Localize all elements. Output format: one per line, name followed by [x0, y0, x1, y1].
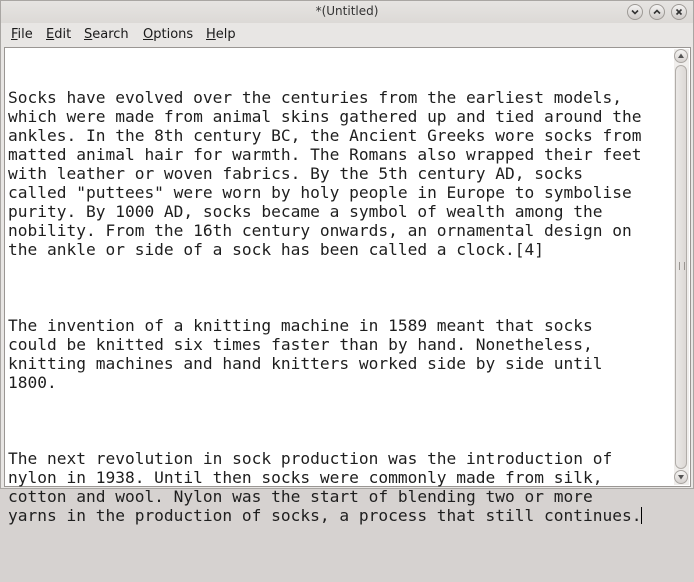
app-window: *(Untitled) File Edit Search Options Hel…: [0, 0, 694, 525]
menu-edit-accelerator: E: [46, 27, 55, 42]
menu-help-label: elp: [215, 27, 236, 42]
window-title: *(Untitled): [315, 4, 379, 18]
menu-options-label: ptions: [153, 27, 194, 42]
scroll-up-button[interactable]: [674, 49, 688, 63]
chevron-up-icon: [653, 9, 661, 15]
paragraph: Socks have evolved over the centuries fr…: [8, 88, 642, 259]
menu-help-accelerator: H: [206, 27, 216, 42]
paragraph-text: The next revolution in sock production w…: [8, 449, 642, 525]
menu-file-label: ile: [17, 27, 33, 42]
editor-text-area[interactable]: Socks have evolved over the centuries fr…: [8, 50, 672, 582]
maximize-button[interactable]: [649, 4, 665, 20]
arrow-down-icon: [678, 475, 684, 480]
chevron-down-icon: [631, 9, 639, 15]
menu-file[interactable]: File: [11, 27, 33, 42]
menu-help[interactable]: Help: [206, 27, 236, 42]
menu-bar: File Edit Search Options Help: [1, 23, 693, 45]
menu-options[interactable]: Options: [143, 27, 193, 42]
vertical-scrollbar[interactable]: [674, 49, 689, 485]
scrollbar-thumb[interactable]: [675, 65, 687, 469]
menu-edit-label: dit: [54, 27, 72, 42]
paragraph: The invention of a knitting machine in 1…: [8, 316, 603, 392]
scrollbar-grip: [679, 262, 685, 270]
menu-options-accelerator: O: [143, 27, 154, 42]
text-editor[interactable]: Socks have evolved over the centuries fr…: [4, 47, 691, 525]
paragraph-last: The next revolution in sock production w…: [8, 449, 672, 525]
text-cursor: [641, 507, 643, 524]
close-button[interactable]: [671, 4, 687, 20]
minimize-button[interactable]: [627, 4, 643, 20]
arrow-up-icon: [678, 53, 684, 58]
scroll-down-button[interactable]: [674, 470, 688, 484]
menu-search-label: earch: [92, 27, 129, 42]
close-icon: [675, 8, 683, 16]
menu-edit[interactable]: Edit: [46, 27, 71, 42]
menu-search[interactable]: Search: [84, 27, 129, 42]
title-bar[interactable]: *(Untitled): [1, 1, 693, 23]
